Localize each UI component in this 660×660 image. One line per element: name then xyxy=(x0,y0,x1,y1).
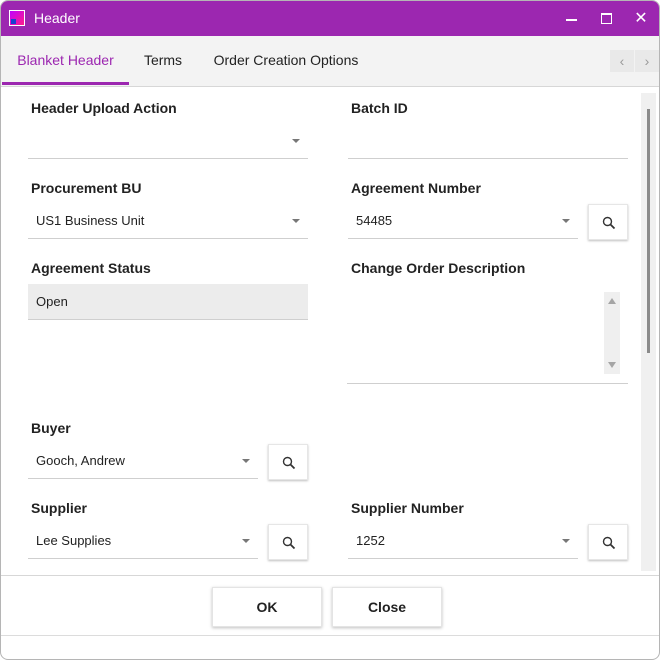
ok-button[interactable]: OK xyxy=(212,587,322,627)
supplier-search-button[interactable] xyxy=(268,524,308,560)
chevron-left-icon: ‹ xyxy=(619,53,625,69)
app-icon xyxy=(9,10,25,26)
tab-order-creation-options[interactable]: Order Creation Options xyxy=(201,36,371,84)
supplier-dropdown[interactable]: Lee Supplies xyxy=(28,523,258,559)
textarea-scrollbar[interactable] xyxy=(604,292,620,374)
close-icon: ✕ xyxy=(634,9,648,27)
agreement-number-value: 54485 xyxy=(356,213,393,228)
procurement-bu-label: Procurement BU xyxy=(31,180,142,196)
maximize-button[interactable] xyxy=(588,1,624,36)
dropdown-arrow-icon[interactable] xyxy=(242,459,250,463)
form-scrollbar[interactable] xyxy=(641,93,656,571)
window-title: Header xyxy=(34,10,80,26)
change-order-description-textarea[interactable] xyxy=(347,287,628,384)
buyer-value: Gooch, Andrew xyxy=(36,453,125,468)
search-icon xyxy=(602,536,616,550)
batch-id-input[interactable] xyxy=(348,123,628,159)
supplier-value: Lee Supplies xyxy=(36,533,112,548)
active-tab-indicator xyxy=(2,82,129,85)
scroll-up-arrow-icon[interactable] xyxy=(608,298,616,304)
dropdown-arrow-icon[interactable] xyxy=(562,539,570,543)
scrollbar-thumb[interactable] xyxy=(647,109,650,353)
tab-scroll-left-button[interactable]: ‹ xyxy=(610,50,634,72)
header-upload-action-dropdown[interactable] xyxy=(28,123,308,159)
search-icon xyxy=(602,216,616,230)
search-icon xyxy=(282,456,296,470)
supplier-number-value: 1252 xyxy=(356,533,385,548)
agreement-status-value: Open xyxy=(36,294,68,309)
footer-divider xyxy=(1,575,659,576)
status-bar-divider xyxy=(1,635,659,636)
scroll-down-arrow-icon[interactable] xyxy=(608,362,616,368)
agreement-status-label: Agreement Status xyxy=(31,260,151,276)
tab-blanket-header[interactable]: Blanket Header xyxy=(2,36,129,84)
agreement-number-search-button[interactable] xyxy=(588,204,628,240)
dialog-window: Header ✕ Blanket Header Terms Order Crea… xyxy=(0,0,660,660)
dropdown-arrow-icon[interactable] xyxy=(292,139,300,143)
close-button[interactable]: Close xyxy=(332,587,442,627)
procurement-bu-dropdown[interactable]: US1 Business Unit xyxy=(28,203,308,239)
buyer-dropdown[interactable]: Gooch, Andrew xyxy=(28,443,258,479)
tab-terms[interactable]: Terms xyxy=(129,36,197,84)
form-content: Header Upload Action Batch ID Procuremen… xyxy=(1,87,641,575)
agreement-status-field: Open xyxy=(28,284,308,320)
dropdown-arrow-icon[interactable] xyxy=(292,219,300,223)
batch-id-label: Batch ID xyxy=(351,100,408,116)
supplier-number-dropdown[interactable]: 1252 xyxy=(348,523,578,559)
dropdown-arrow-icon[interactable] xyxy=(562,219,570,223)
supplier-number-search-button[interactable] xyxy=(588,524,628,560)
chevron-right-icon: › xyxy=(644,53,650,69)
change-order-description-label: Change Order Description xyxy=(351,260,526,276)
search-icon xyxy=(282,536,296,550)
supplier-label: Supplier xyxy=(31,500,88,516)
header-upload-action-label: Header Upload Action xyxy=(31,100,177,116)
agreement-number-dropdown[interactable]: 54485 xyxy=(348,203,578,239)
maximize-icon xyxy=(600,13,612,24)
tab-scroll-right-button[interactable]: › xyxy=(635,50,659,72)
procurement-bu-value: US1 Business Unit xyxy=(36,213,145,228)
buyer-label: Buyer xyxy=(31,420,71,436)
minimize-button[interactable] xyxy=(553,1,589,36)
supplier-number-label: Supplier Number xyxy=(351,500,464,516)
buyer-search-button[interactable] xyxy=(268,444,308,480)
agreement-number-label: Agreement Number xyxy=(351,180,481,196)
title-bar[interactable]: Header ✕ xyxy=(1,1,659,36)
tab-bar: Blanket Header Terms Order Creation Opti… xyxy=(1,36,659,87)
minimize-icon xyxy=(565,18,577,21)
close-window-button[interactable]: ✕ xyxy=(623,1,659,36)
dropdown-arrow-icon[interactable] xyxy=(242,539,250,543)
